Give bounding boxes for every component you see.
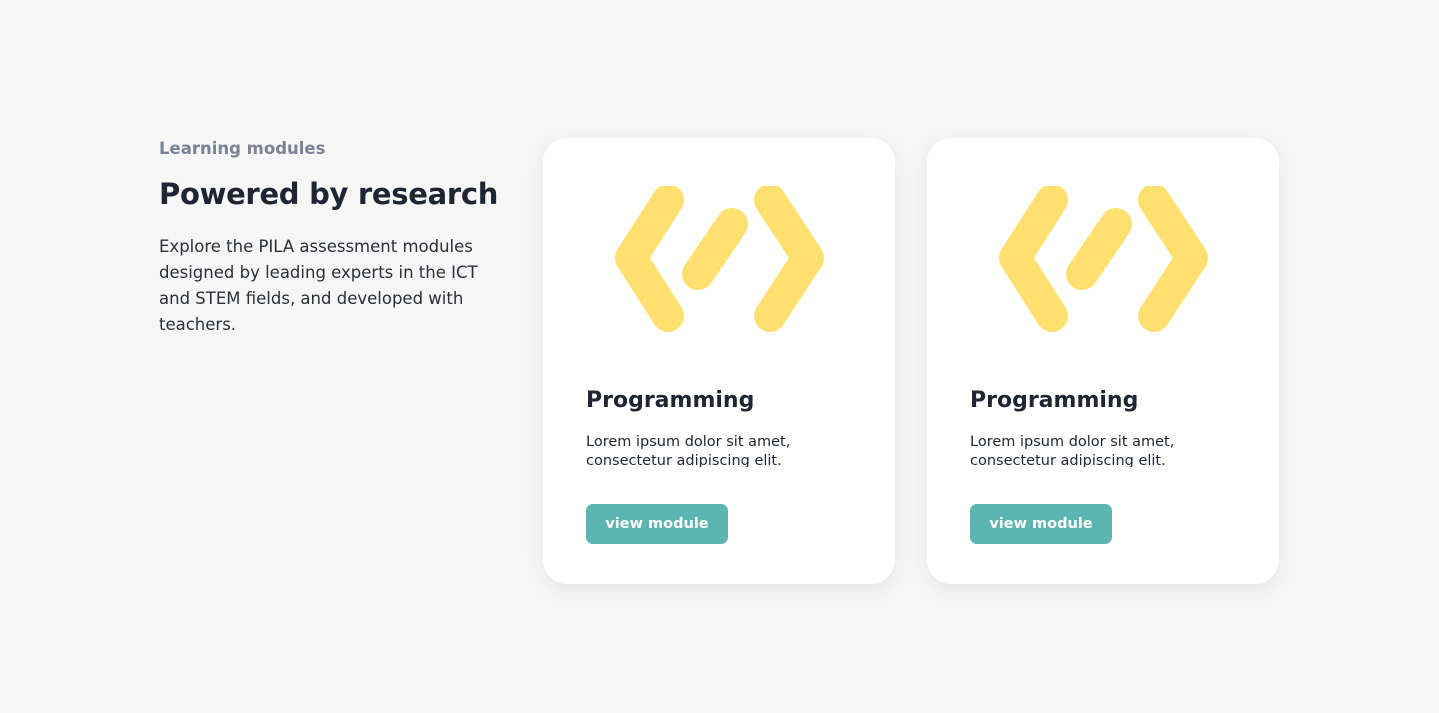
module-card: Programming Lorem ipsum dolor sit amet, …	[927, 138, 1279, 584]
section-heading: Powered by research	[159, 177, 499, 211]
card-title: Programming	[586, 388, 755, 413]
code-brackets-icon	[999, 186, 1208, 332]
intro-section: Learning modules Powered by research Exp…	[159, 138, 504, 338]
card-title: Programming	[970, 388, 1139, 413]
view-module-button[interactable]: view module	[970, 504, 1112, 544]
card-description: Lorem ipsum dolor sit amet, consectetur …	[586, 434, 791, 467]
module-card: Programming Lorem ipsum dolor sit amet, …	[543, 138, 895, 584]
code-brackets-icon	[615, 186, 824, 332]
section-description: Explore the PILA assessment modules desi…	[159, 237, 478, 334]
section-eyebrow: Learning modules	[159, 139, 326, 158]
card-description: Lorem ipsum dolor sit amet, consectetur …	[970, 434, 1175, 467]
view-module-button[interactable]: view module	[586, 504, 728, 544]
